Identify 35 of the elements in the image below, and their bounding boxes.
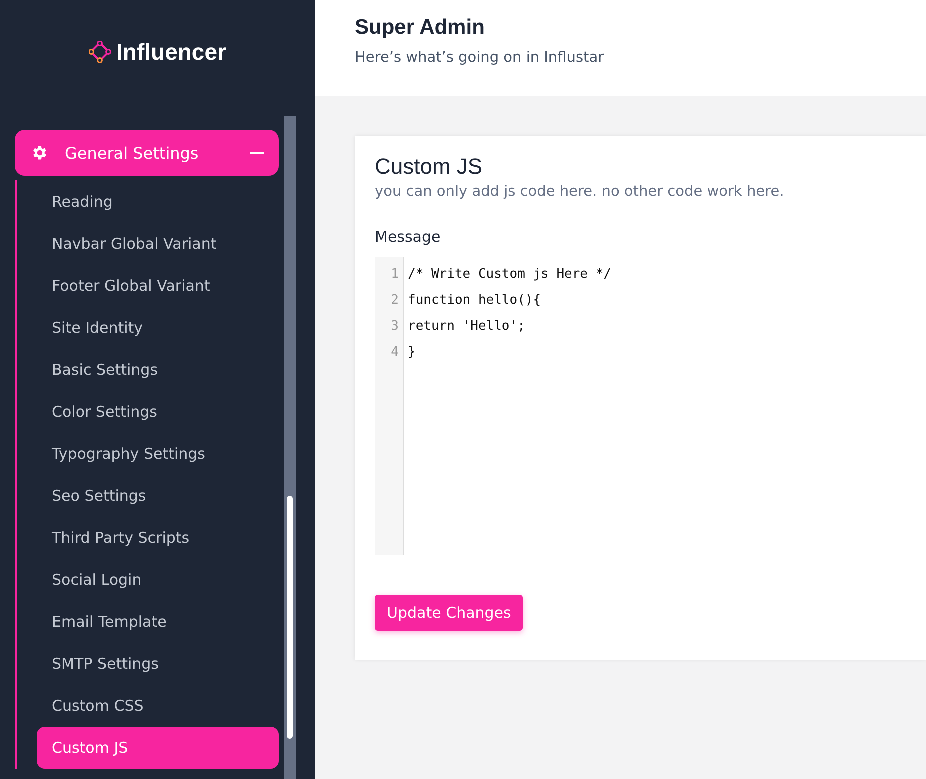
menu-group[interactable]: General Settings [15,130,279,176]
update-button[interactable]: Update Changes [375,595,524,631]
menu-item[interactable]: Email Template [37,601,279,643]
line-number: 1 [390,266,400,284]
menu-item[interactable]: Custom CSS [37,685,279,727]
logo-text: Influencer [116,38,226,66]
logo-icon [88,41,111,63]
gear-icon [31,144,49,162]
menu-item[interactable]: Navbar Global Variant [37,223,279,265]
line-number: 4 [390,344,400,362]
page-subtitle: Here’s what’s going on in Influstar [355,50,606,66]
menu-item[interactable]: Third Party Scripts [37,517,279,559]
page-title: Super Admin [355,16,486,40]
code-line: function hello(){ [408,292,542,310]
line-number: 3 [390,318,400,336]
menu-item[interactable]: Reading [37,181,279,223]
field-label: Message [375,228,442,246]
code-line: return 'Hello'; [408,318,526,336]
code-editor[interactable]: 1 2 3 4 /* Write Custom js Here */ function hello(){ return 'Hello'; } [375,257,926,555]
card-title: Custom JS [375,154,484,180]
menu-item[interactable]: Custom JS [37,727,279,769]
menu-item[interactable]: Seo Settings [37,475,279,517]
menu-item[interactable]: Color Settings [37,391,279,433]
card-description: you can only add js code here. no other code work here. [375,184,786,200]
menu-item[interactable]: Site Identity [37,307,279,349]
code-line: } [408,344,417,362]
menu-item[interactable]: Basic Settings [37,349,279,391]
menu-item[interactable]: Typography Settings [37,433,279,475]
scrollbar[interactable] [284,116,296,779]
code-line: /* Write Custom js Here */ [408,266,612,284]
menu-item[interactable]: Footer Global Variant [37,265,279,307]
menu-item[interactable]: SMTP Settings [37,643,279,685]
menu-item[interactable]: Social Login [37,559,279,601]
scrollbar-thumb[interactable] [287,496,293,739]
line-number: 2 [390,292,400,310]
